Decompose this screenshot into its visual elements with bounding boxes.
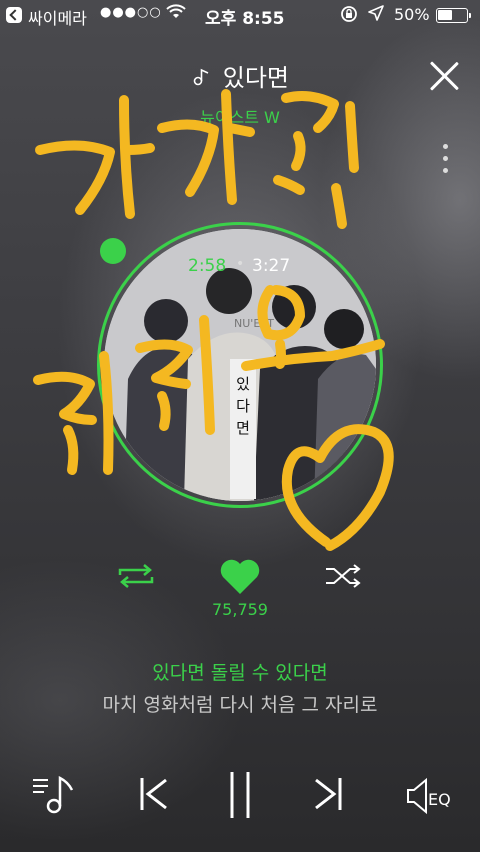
more-vertical-icon[interactable] [438, 144, 452, 178]
artist-name[interactable]: 뉴이스트 W [0, 104, 480, 128]
eq-label: EQ [428, 790, 451, 809]
lyric-next-line[interactable]: 마치 영화처럼 다시 처음 그 자리로 [0, 690, 480, 717]
lyric-current-line[interactable]: 있다면 돌릴 수 있다면 [0, 658, 480, 685]
like-count: 75,759 [212, 600, 268, 619]
wifi-icon [166, 4, 186, 24]
playlist-icon[interactable] [30, 772, 78, 820]
music-note-icon [191, 68, 217, 89]
shuffle-icon[interactable] [324, 562, 364, 590]
equalizer-icon[interactable]: EQ [404, 776, 456, 820]
rotation-lock-icon [340, 5, 358, 27]
repeat-icon[interactable] [116, 562, 156, 590]
time-separator: • [236, 256, 245, 272]
close-icon[interactable] [428, 60, 460, 92]
location-arrow-icon [368, 5, 384, 25]
battery-icon [436, 8, 471, 23]
svg-text:있: 있 [236, 375, 250, 393]
next-track-icon[interactable] [312, 772, 344, 820]
progress-handle[interactable] [100, 238, 126, 264]
song-title-text: 있다면 [222, 64, 289, 92]
signal-strength: ●●●○○ [100, 5, 162, 20]
previous-track-icon[interactable] [138, 772, 170, 820]
song-title: 있다면 [0, 58, 480, 93]
back-chevron-icon[interactable] [6, 7, 22, 23]
svg-text:NU'EST: NU'EST [234, 317, 274, 330]
status-time: 오후 8:55 [205, 9, 285, 29]
battery-percent: 50% [394, 5, 430, 24]
status-bar: 싸이메라 ●●●○○ 오후 8:55 50% [0, 0, 480, 30]
pause-icon[interactable] [226, 770, 254, 824]
current-time: 2:58 [188, 256, 227, 276]
svg-text:다: 다 [236, 397, 250, 415]
total-time: 3:27 [252, 256, 291, 276]
svg-text:면: 면 [236, 419, 250, 437]
carrier-label: 싸이메라 [28, 9, 87, 28]
heart-icon[interactable] [218, 558, 262, 596]
